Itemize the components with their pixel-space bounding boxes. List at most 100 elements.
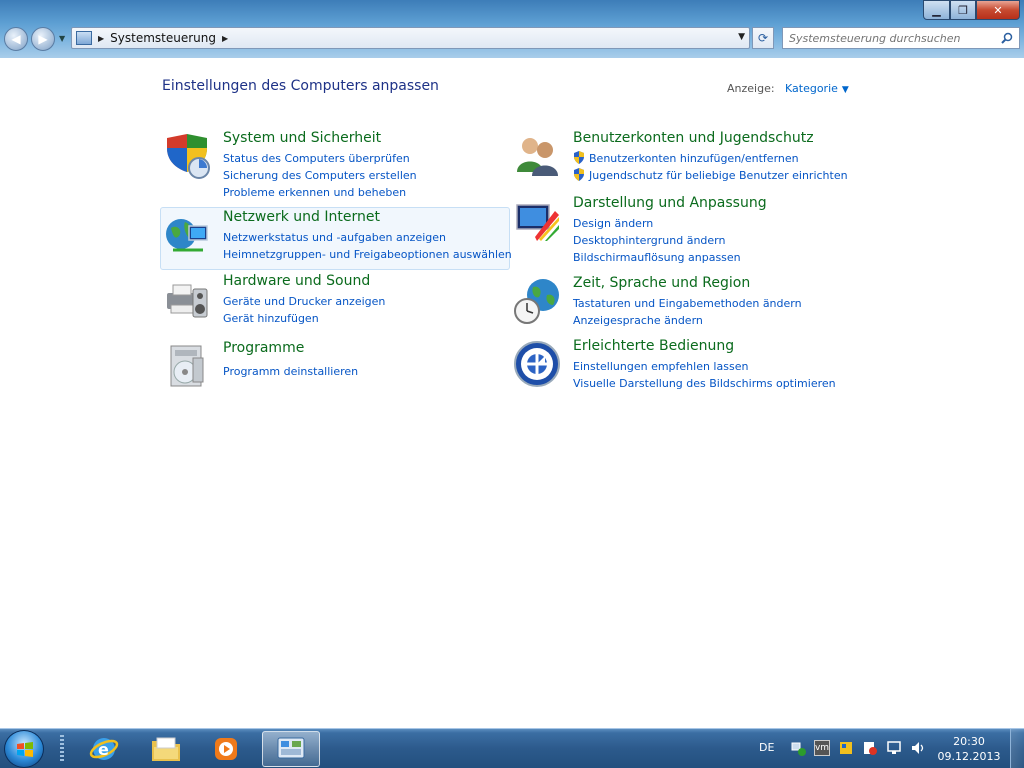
category-links: Tastaturen und Eingabemethoden ändern An… [573, 295, 802, 329]
category-link[interactable]: Bildschirmauflösung anpassen [573, 249, 741, 266]
taskbar-explorer[interactable] [140, 731, 192, 767]
chevron-down-icon: ▼ [841, 85, 849, 95]
search-input[interactable] [789, 31, 989, 45]
control-panel-content: Einstellungen des Computers anpassen Anz… [0, 58, 1024, 728]
arrow-left-icon: ◀ [11, 32, 21, 46]
category-link[interactable]: Geräte und Drucker anzeigen [223, 293, 385, 310]
category-title[interactable]: Darstellung und Anpassung [573, 195, 767, 211]
uac-shield-icon [574, 151, 584, 164]
clock-date: 09.12.2013 [937, 750, 1001, 763]
taskbar-control-panel[interactable] [262, 731, 320, 767]
system-tray: vm [790, 740, 926, 756]
media-player-icon [215, 738, 237, 760]
address-dropdown-icon[interactable]: ▼ [738, 32, 745, 42]
recent-pages-dropdown[interactable]: ▼ [59, 34, 65, 43]
category-links: Geräte und Drucker anzeigen Gerät hinzuf… [223, 293, 385, 327]
category-network-internet[interactable]: Netzwerk und Internet Netzwerkstatus und… [160, 207, 512, 270]
address-bar[interactable]: ▶ Systemsteuerung ▶ ▼ [71, 27, 750, 49]
refresh-icon: ⟳ [757, 31, 769, 45]
clock-globe-icon [514, 279, 559, 324]
minimize-button[interactable]: ▁ [923, 0, 950, 20]
language-indicator[interactable]: DE [759, 741, 774, 754]
category-title[interactable]: Programme [223, 340, 304, 356]
category-link[interactable]: Jugendschutz für beliebige Benutzer einr… [573, 167, 848, 184]
category-title[interactable]: Benutzerkonten und Jugendschutz [573, 130, 814, 146]
category-programs: Programme Programm deinstallieren [161, 340, 511, 390]
search-icon[interactable] [1001, 32, 1013, 44]
show-desktop-button[interactable] [1010, 729, 1024, 768]
category-link[interactable]: Probleme erkennen und beheben [223, 184, 417, 201]
window-controls: ▁ ❐ ✕ [923, 0, 1020, 20]
category-link[interactable]: Desktophintergrund ändern [573, 232, 741, 249]
category-link[interactable]: Netzwerkstatus und -aufgaben anzeigen [223, 229, 512, 246]
category-link[interactable]: Tastaturen und Eingabemethoden ändern [573, 295, 802, 312]
category-link-text: Benutzerkonten hinzufügen/entfernen [589, 152, 799, 165]
category-title[interactable]: Netzwerk und Internet [223, 209, 380, 225]
window-titlebar: ▁ ❐ ✕ ◀ ▶ ▼ ▶ Systemsteuerung ▶ ▼ ⟳ [0, 0, 1024, 58]
action-center-icon[interactable] [838, 740, 854, 756]
category-link[interactable]: Heimnetzgruppen- und Freigabeoptionen au… [223, 246, 512, 263]
category-appearance: Darstellung und Anpassung Design ändern … [511, 195, 861, 264]
maximize-button[interactable]: ❐ [950, 0, 976, 20]
taskbar-clock[interactable]: 20:30 09.12.2013 [934, 734, 1004, 764]
category-link[interactable]: Anzeigesprache ändern [573, 312, 802, 329]
category-time-language-region: Zeit, Sprache und Region Tastaturen und … [511, 275, 861, 327]
volume-icon[interactable] [910, 740, 926, 756]
security-alert-icon[interactable] [862, 740, 878, 756]
category-link[interactable]: Status des Computers überprüfen [223, 150, 417, 167]
taskbar-media-player[interactable] [200, 731, 252, 767]
taskbar: e DE vm 20:30 09.12.2013 [0, 728, 1024, 768]
category-links: Design ändern Desktophintergrund ändern … [573, 215, 741, 266]
category-link[interactable]: Design ändern [573, 215, 741, 232]
category-ease-of-access: Erleichterte Bedienung Einstellungen emp… [511, 338, 861, 390]
refresh-button[interactable]: ⟳ [752, 27, 774, 49]
category-link[interactable]: Gerät hinzufügen [223, 310, 385, 327]
network-globe-icon [166, 219, 208, 252]
users-icon [517, 138, 558, 176]
category-links: Programm deinstallieren [223, 363, 358, 380]
back-button[interactable]: ◀ [4, 27, 28, 51]
category-title[interactable]: Hardware und Sound [223, 273, 370, 289]
arrow-right-icon: ▶ [38, 32, 48, 46]
category-link[interactable]: Sicherung des Computers erstellen [223, 167, 417, 184]
category-title[interactable]: System und Sicherheit [223, 130, 381, 146]
forward-button[interactable]: ▶ [31, 27, 55, 51]
category-title[interactable]: Erleichterte Bedienung [573, 338, 734, 354]
taskbar-internet-explorer[interactable]: e [78, 731, 130, 767]
control-panel-icon [277, 737, 305, 759]
view-mode-value: Kategorie [785, 82, 838, 95]
category-hardware-sound: Hardware und Sound Geräte und Drucker an… [161, 273, 511, 325]
view-mode-dropdown[interactable]: Kategorie ▼ [785, 82, 849, 95]
breadcrumb-chevron-icon[interactable]: ▶ [98, 34, 104, 43]
breadcrumb-chevron-icon[interactable]: ▶ [222, 34, 228, 43]
category-title[interactable]: Zeit, Sprache und Region [573, 275, 750, 291]
windows-logo-icon [17, 742, 33, 757]
category-link[interactable]: Benutzerkonten hinzufügen/entfernen [573, 150, 848, 167]
shield-icon [167, 134, 210, 179]
search-box[interactable] [782, 27, 1020, 49]
control-panel-icon [76, 31, 92, 45]
category-link[interactable]: Programm deinstallieren [223, 363, 358, 380]
printer-speaker-icon [167, 284, 208, 318]
taskbar-grip[interactable] [60, 735, 64, 763]
category-links: Netzwerkstatus und -aufgaben anzeigen He… [223, 229, 512, 263]
vmware-tools-icon[interactable]: vm [814, 740, 830, 756]
internet-explorer-icon: e [89, 738, 119, 760]
category-links: Benutzerkonten hinzufügen/entfernen Juge… [573, 150, 848, 184]
folder-icon [152, 737, 180, 761]
category-link[interactable]: Einstellungen empfehlen lassen [573, 358, 836, 375]
breadcrumb-systemsteuerung[interactable]: Systemsteuerung [110, 31, 216, 45]
category-system-security: System und Sicherheit Status des Compute… [161, 130, 511, 199]
uac-shield-icon [574, 168, 584, 181]
network-connection-icon[interactable] [886, 740, 902, 756]
start-button[interactable] [4, 730, 44, 768]
close-button[interactable]: ✕ [976, 0, 1020, 20]
category-user-accounts: Benutzerkonten und Jugendschutz Benutzer… [511, 130, 871, 182]
category-link[interactable]: Visuelle Darstellung des Bildschirms opt… [573, 375, 836, 392]
network-tray-icon[interactable] [790, 740, 806, 756]
programs-disc-icon [170, 345, 204, 387]
category-links: Status des Computers überprüfen Sicherun… [223, 150, 417, 201]
page-title: Einstellungen des Computers anpassen [162, 78, 439, 94]
clock-time: 20:30 [953, 735, 985, 748]
display-palette-icon [516, 204, 559, 241]
